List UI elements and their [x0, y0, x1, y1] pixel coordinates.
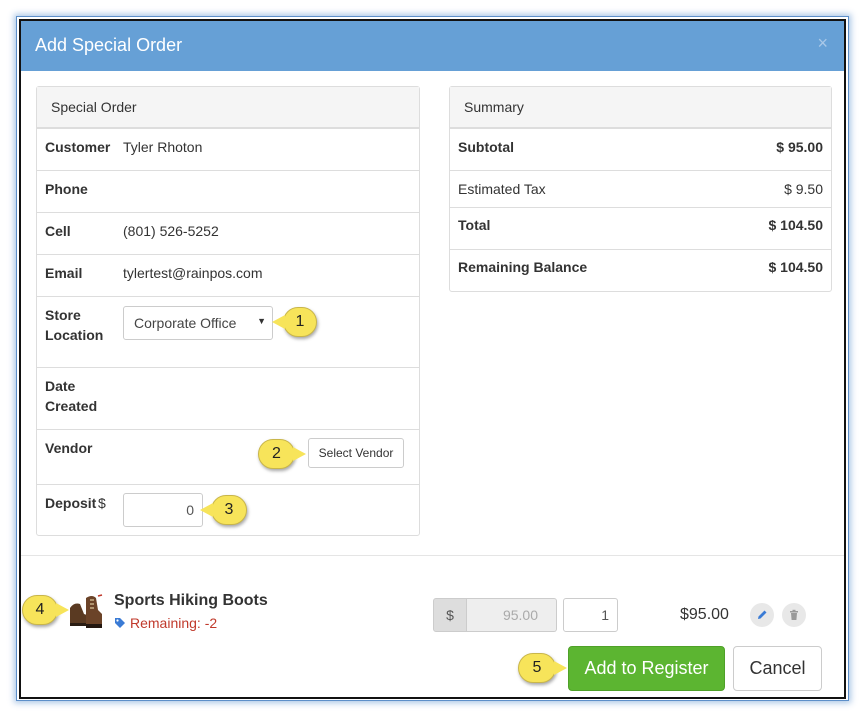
phone-row: Phone: [37, 170, 419, 212]
edit-item-button[interactable]: [750, 603, 774, 627]
subtotal-row: Subtotal $ 95.00: [450, 128, 831, 170]
remaining-stock: Remaining: -2: [114, 615, 217, 631]
deposit-currency: $: [98, 495, 106, 511]
cell-label: Cell: [45, 223, 71, 239]
total-value: $ 104.50: [768, 217, 824, 233]
email-value: tylertest@rainpos.com: [123, 265, 263, 281]
quantity-input[interactable]: 1: [563, 598, 618, 632]
subtotal-value: $ 95.00: [776, 139, 823, 155]
delete-item-button[interactable]: [782, 603, 806, 627]
summary-panel: Summary Subtotal $ 95.00 Estimated Tax $…: [449, 86, 832, 292]
customer-value: Tyler Rhoton: [123, 139, 203, 155]
modal-header: Add Special Order ×: [21, 21, 844, 71]
special-order-heading: Special Order: [37, 87, 419, 128]
modal-title: Add Special Order: [35, 35, 183, 55]
vendor-label: Vendor: [45, 440, 93, 456]
price-input: 95.00: [467, 598, 557, 632]
callout-5: 5: [518, 653, 567, 683]
balance-label: Remaining Balance: [458, 259, 588, 275]
special-order-panel: Special Order Customer Tyler Rhoton Phon…: [36, 86, 420, 536]
cell-row: Cell (801) 526-5252: [37, 212, 419, 254]
summary-heading: Summary: [450, 87, 831, 128]
callout-4: 4: [22, 595, 69, 625]
store-location-row: Store Location Corporate Office ▼: [37, 296, 419, 367]
customer-label: Customer: [45, 139, 111, 155]
callout-1: 1: [272, 307, 317, 337]
cancel-button[interactable]: Cancel: [733, 646, 822, 691]
hiking-boots-image: [70, 594, 103, 628]
store-label-line1: Store: [45, 307, 81, 323]
date-created-row: Date Created: [37, 367, 419, 429]
section-divider: [21, 555, 844, 556]
callout-2: 2: [258, 439, 306, 469]
tax-value: $ 9.50: [784, 181, 823, 197]
email-label: Email: [45, 265, 83, 281]
date-label-line1: Date: [45, 378, 76, 394]
vendor-row: Vendor Select Vendor: [37, 429, 419, 484]
date-label-line2: Created: [45, 398, 98, 414]
trash-icon: [790, 609, 798, 620]
callout-3: 3: [200, 495, 247, 525]
caret-down-icon: ▼: [257, 316, 266, 326]
select-vendor-button[interactable]: Select Vendor: [308, 438, 404, 468]
total-row: Total $ 104.50: [450, 207, 831, 249]
store-location-value: Corporate Office: [134, 315, 237, 331]
cell-value: (801) 526-5252: [123, 223, 219, 239]
tax-label: Estimated Tax: [458, 181, 546, 197]
subtotal-label: Subtotal: [458, 139, 514, 155]
item-name: Sports Hiking Boots: [114, 592, 268, 609]
line-total: $95.00: [680, 606, 729, 623]
deposit-input[interactable]: 0: [123, 493, 203, 527]
tag-icon: [115, 618, 125, 628]
add-to-register-button[interactable]: Add to Register: [568, 646, 725, 691]
balance-value: $ 104.50: [768, 259, 824, 275]
total-label: Total: [458, 217, 491, 233]
remaining-balance-row: Remaining Balance $ 104.50: [450, 249, 831, 291]
deposit-label: Deposit: [45, 495, 97, 511]
pencil-icon: [758, 610, 767, 619]
store-label-line2: Location: [45, 327, 104, 343]
customer-row: Customer Tyler Rhoton: [37, 128, 419, 170]
close-icon[interactable]: ×: [817, 33, 828, 54]
tax-row: Estimated Tax $ 9.50: [450, 170, 831, 207]
remaining-text: Remaining: -2: [130, 615, 218, 631]
price-currency-addon: $: [433, 598, 467, 632]
email-row: Email tylertest@rainpos.com: [37, 254, 419, 296]
phone-label: Phone: [45, 181, 88, 197]
store-location-select[interactable]: Corporate Office ▼: [123, 306, 273, 340]
